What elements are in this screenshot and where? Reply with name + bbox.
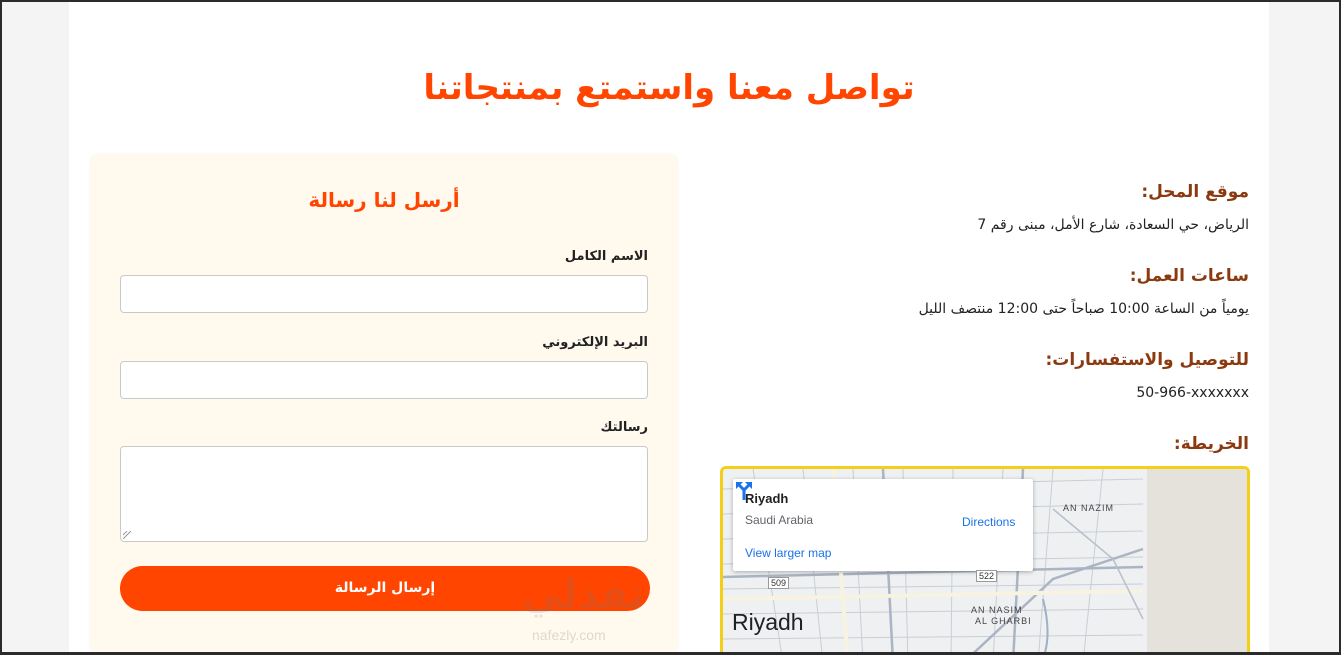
full-name-label: الاسم الكامل	[564, 249, 648, 264]
directions-icon[interactable]	[733, 479, 755, 501]
directions-link[interactable]: Directions	[962, 515, 1015, 529]
embedded-map[interactable]: Riyadh Saudi Arabia View larger map Dire…	[720, 466, 1250, 652]
hours-text: يومياً من الساعة 10:00 صباحاً حتى 12:00 …	[918, 301, 1249, 317]
route-shield-522: 522	[976, 570, 998, 582]
contact-page: تواصل معنا واستمتع بمنتجاتنا أرسل لنا رس…	[69, 2, 1269, 652]
map-city-label: Riyadh	[732, 609, 804, 635]
location-heading: موقع المحل:	[1141, 182, 1249, 202]
message-label: رسالتك	[600, 420, 648, 435]
map-place-country: Saudi Arabia	[745, 513, 814, 527]
location-text: الرياض، حي السعادة، شارع الأمل، مبنى رقم…	[977, 217, 1249, 233]
contact-phone: 50-966-xxxxxxx	[1136, 385, 1249, 401]
district-label-an-nasim: AN NASIM	[971, 605, 1023, 615]
watermark-logo: نفذلي	[522, 572, 645, 618]
route-shield-509: 509	[768, 577, 790, 589]
browser-viewport: تواصل معنا واستمتع بمنتجاتنا أرسل لنا رس…	[2, 2, 1339, 652]
district-label-an-nazim: AN NAZIM	[1063, 503, 1115, 513]
watermark-url: nafezly.com	[532, 627, 606, 643]
full-name-input[interactable]	[120, 275, 648, 313]
map-info-popup: Riyadh Saudi Arabia View larger map Dire…	[733, 479, 1033, 571]
view-larger-map-link[interactable]: View larger map	[745, 546, 831, 560]
resize-grip-icon[interactable]	[123, 531, 131, 539]
email-input[interactable]	[120, 361, 648, 399]
page-title: تواصل معنا واستمتع بمنتجاتنا	[423, 68, 915, 108]
message-textarea[interactable]	[120, 446, 648, 542]
form-title: أرسل لنا رسالة	[308, 188, 460, 212]
map-heading: الخريطة:	[1173, 434, 1249, 454]
district-label-al-gharbi: AL GHARBI	[975, 616, 1032, 626]
contact-heading: للتوصيل والاستفسارات:	[1045, 350, 1249, 370]
hours-heading: ساعات العمل:	[1129, 266, 1249, 286]
email-label: البريد الإلكتروني	[542, 335, 648, 350]
